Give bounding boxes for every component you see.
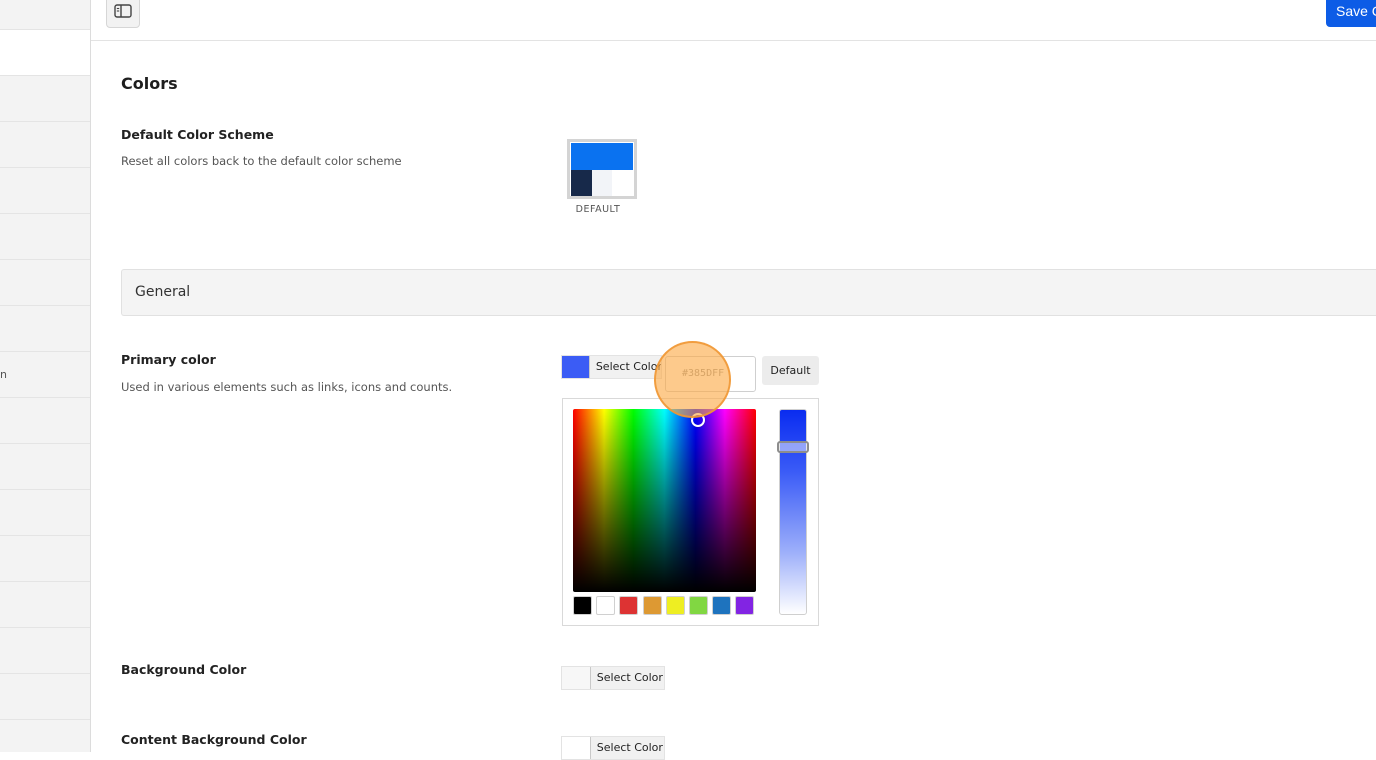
preset-swatch[interactable] [712, 596, 732, 615]
primary-color-select-button[interactable]: Select Color [561, 355, 662, 379]
sidebar-item[interactable] [0, 0, 90, 30]
preset-swatch[interactable] [642, 596, 662, 615]
preset-swatch[interactable] [573, 596, 592, 615]
sidebar-item[interactable] [0, 122, 90, 168]
background-color-swatch [562, 667, 591, 689]
sidebar-item[interactable] [0, 260, 90, 306]
sidebar-item[interactable] [0, 398, 90, 444]
background-color-select-button[interactable]: Select Color [561, 666, 665, 690]
content-background-color-select-label: Select Color [596, 741, 663, 754]
sidebar-item[interactable] [0, 306, 90, 352]
sidebar-item[interactable] [0, 628, 90, 674]
primary-color-label: Primary color [121, 352, 216, 367]
scheme-color-light [592, 170, 612, 196]
sidebar-item[interactable] [0, 214, 90, 260]
sidebar-item[interactable]: n [0, 352, 90, 398]
background-color-label: Background Color [121, 662, 247, 677]
general-section-title: General [135, 284, 191, 300]
save-button[interactable]: Save C [1326, 0, 1376, 27]
content-background-color-swatch [562, 737, 591, 759]
top-bar: Save C [91, 0, 1376, 41]
preset-swatch[interactable] [619, 596, 639, 615]
color-spectrum[interactable] [573, 409, 756, 592]
sidebar-item[interactable] [0, 76, 90, 122]
scheme-color-white [612, 170, 633, 196]
click-indicator [654, 341, 731, 418]
sidebar-item[interactable] [0, 490, 90, 536]
scheme-color-dark [571, 170, 592, 196]
sidebar: n [0, 0, 91, 752]
sidebar-toggle-button[interactable] [106, 0, 140, 28]
sidebar-item[interactable] [0, 536, 90, 582]
sidebar-item[interactable] [0, 30, 90, 76]
default-scheme-description: Reset all colors back to the default col… [121, 154, 402, 168]
content-background-color-select-button[interactable]: Select Color [561, 736, 665, 760]
primary-color-swatch [562, 356, 590, 378]
primary-color-description: Used in various elements such as links, … [121, 380, 453, 394]
content-background-color-label: Content Background Color [121, 732, 307, 747]
shade-slider[interactable] [779, 409, 807, 615]
default-scheme-label: Default Color Scheme [121, 127, 274, 142]
preset-swatch[interactable] [665, 596, 685, 615]
sidebar-toggle-icon [114, 3, 132, 22]
primary-color-default-button[interactable]: Default [762, 356, 819, 385]
background-color-select-label: Select Color [596, 671, 663, 684]
color-picker-panel [562, 398, 819, 626]
general-section-header[interactable]: General [121, 269, 1376, 316]
sidebar-item[interactable] [0, 168, 90, 214]
preset-swatch[interactable] [735, 596, 755, 615]
sidebar-item[interactable] [0, 582, 90, 628]
scheme-color-primary [571, 143, 633, 170]
page-title: Colors [121, 74, 178, 93]
preset-swatch[interactable] [596, 596, 616, 615]
sidebar-item[interactable] [0, 444, 90, 490]
default-scheme-caption: DEFAULT [575, 204, 621, 215]
preset-swatch[interactable] [689, 596, 708, 615]
default-scheme-swatch[interactable] [567, 139, 637, 199]
sidebar-item[interactable] [0, 674, 90, 720]
shade-slider-handle[interactable] [777, 441, 809, 453]
primary-color-select-label: Select Color [595, 360, 661, 373]
